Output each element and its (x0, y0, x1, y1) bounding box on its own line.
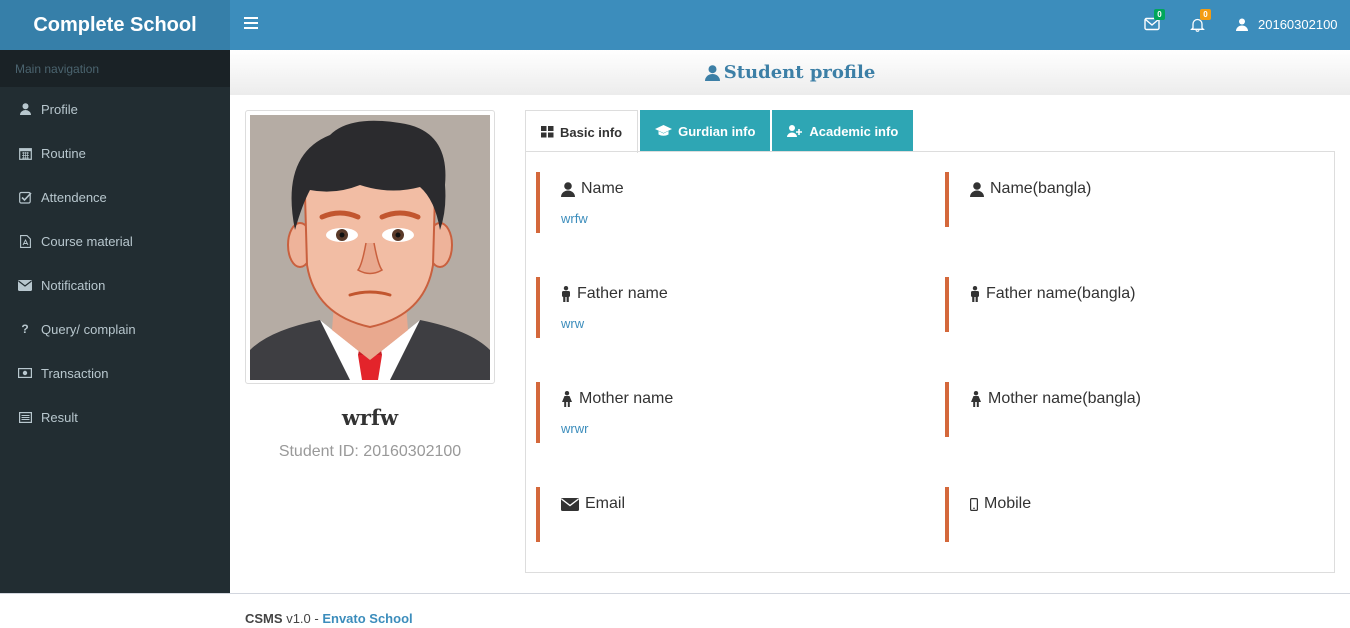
top-navbar: Complete School 0 0 20160302100 (0, 0, 1350, 50)
notifications-button[interactable]: 0 (1190, 9, 1211, 33)
user-id-label: 20160302100 (1258, 17, 1338, 32)
user-icon (970, 181, 984, 197)
sidebar-item-result[interactable]: Result (0, 395, 230, 439)
sidebar-item-attendence[interactable]: Attendence (0, 175, 230, 219)
graduation-cap-icon (655, 125, 673, 136)
field-father-name-bangla: Father name(bangla) (945, 277, 1325, 332)
sidebar-item-notification[interactable]: Notification (0, 263, 230, 307)
tab-basic-info[interactable]: Basic info (525, 110, 639, 153)
tab-gurdian-info[interactable]: Gurdian info (640, 110, 771, 152)
mobile-icon (970, 497, 978, 511)
footer: CSMS v1.0 - Envato School (0, 593, 1350, 628)
notifications-count-badge: 0 (1200, 9, 1211, 20)
sidebar-item-course-material[interactable]: Course material (0, 219, 230, 263)
student-id: Student ID: 20160302100 (278, 443, 462, 460)
field-label: Father name (577, 285, 668, 302)
student-name: wrfw (341, 405, 399, 430)
sidebar: Main navigation Profile Routine Attenden… (0, 50, 230, 593)
tab-academic-info[interactable]: Academic info (772, 110, 914, 152)
sidebar-item-transaction[interactable]: Transaction (0, 351, 230, 395)
app-logo[interactable]: Complete School (0, 0, 230, 50)
field-name: Name wrfw (536, 172, 936, 233)
user-icon (704, 64, 720, 81)
sidebar-item-label: Routine (41, 145, 86, 161)
male-icon (562, 286, 570, 302)
money-icon (18, 366, 32, 380)
calendar-icon (18, 146, 32, 160)
field-mother-name-bangla: Mother name(bangla) (945, 382, 1325, 437)
tab-label: Gurdian info (678, 123, 756, 139)
sidebar-item-query-complain[interactable]: ? Query/ complain (0, 307, 230, 351)
user-menu[interactable]: 20160302100 (1236, 17, 1338, 32)
student-avatar (245, 110, 495, 384)
female-icon (562, 391, 572, 407)
field-label: Mother name (579, 390, 674, 407)
question-icon: ? (21, 322, 29, 336)
file-pdf-icon (18, 234, 32, 248)
field-label: Mobile (984, 495, 1032, 512)
field-value: wrw (561, 316, 585, 331)
field-email: Email (536, 487, 936, 542)
field-value: wrwr (561, 421, 589, 436)
field-label: Email (585, 495, 626, 512)
field-label: Mother name(bangla) (988, 390, 1141, 407)
sidebar-item-profile[interactable]: Profile (0, 87, 230, 131)
user-plus-icon (787, 125, 803, 137)
field-label: Name (581, 180, 624, 197)
student-avatar-image (250, 115, 490, 380)
list-icon (18, 410, 32, 424)
sidebar-item-label: Profile (41, 101, 78, 117)
female-icon (971, 391, 981, 407)
check-square-icon (18, 190, 32, 204)
tab-label: Academic info (809, 123, 899, 139)
user-icon (1236, 18, 1248, 31)
sidebar-item-label: Attendence (41, 189, 107, 205)
male-icon (971, 286, 979, 302)
messages-button[interactable]: 0 (1144, 9, 1165, 33)
sidebar-item-label: Query/ complain (41, 321, 136, 337)
field-mobile: Mobile (945, 487, 1325, 542)
grid-icon (541, 126, 554, 138)
user-icon (18, 102, 32, 116)
basic-info-panel: Name wrfw Name(bangla) Father name wrw F… (525, 151, 1335, 573)
user-icon (561, 181, 575, 197)
field-father-name: Father name wrw (536, 277, 936, 338)
field-label: Father name(bangla) (986, 285, 1136, 302)
field-value: wrfw (561, 211, 588, 226)
sidebar-toggle-icon[interactable] (244, 17, 258, 31)
footer-version: v1.0 - (286, 611, 319, 626)
sidebar-item-label: Notification (41, 277, 106, 293)
main-content: Student profile wrfw Student ID: 2016030… (230, 50, 1350, 593)
tab-label: Basic info (560, 124, 623, 140)
page-title: Student profile (723, 62, 876, 83)
footer-link[interactable]: Envato School (322, 611, 412, 626)
sidebar-item-label: Result (41, 409, 78, 425)
page-header: Student profile (230, 50, 1350, 95)
sidebar-item-label: Transaction (41, 365, 109, 381)
envelope-icon (18, 278, 32, 292)
profile-tabs: Basic info Gurdian info Academic info (525, 110, 915, 153)
sidebar-header: Main navigation (0, 50, 230, 87)
field-mother-name: Mother name wrwr (536, 382, 936, 443)
field-label: Name(bangla) (990, 180, 1092, 197)
envelope-icon (561, 497, 579, 511)
sidebar-item-routine[interactable]: Routine (0, 131, 230, 175)
sidebar-item-label: Course material (41, 233, 133, 249)
messages-count-badge: 0 (1154, 9, 1165, 20)
field-name-bangla: Name(bangla) (945, 172, 1325, 227)
footer-brand: CSMS (245, 611, 283, 626)
